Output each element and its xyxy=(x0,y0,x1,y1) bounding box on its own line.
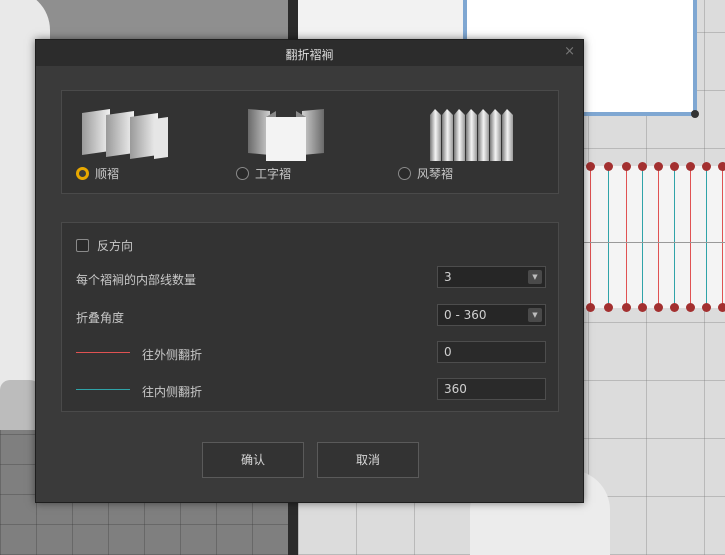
pleat-point-icon xyxy=(670,303,679,312)
inner-lines-value: 3 xyxy=(444,270,452,284)
pleat-point-icon xyxy=(638,162,647,171)
knife-pleat-icon xyxy=(80,107,220,163)
cancel-button[interactable]: 取消 xyxy=(317,442,419,478)
pleat-point-icon xyxy=(586,162,595,171)
inner-lines-label: 每个褶裥的内部线数量 xyxy=(76,273,197,287)
pleat-type-knife[interactable] xyxy=(80,107,220,163)
pattern-point-icon xyxy=(691,110,699,118)
pleat-point-icon xyxy=(654,303,663,312)
pleat-fold-line xyxy=(642,166,643,308)
pleat-point-icon xyxy=(604,162,613,171)
pleat-fold-line xyxy=(608,166,609,308)
accordion-fold-strip xyxy=(442,109,453,161)
pleat-fold-line xyxy=(706,166,707,308)
box-pleat-icon xyxy=(248,107,388,163)
outer-fold-color-line xyxy=(76,352,130,353)
pleat-fold-dialog: 翻折褶裥 × 顺褶 工字褶 风琴褶 反方向 每个褶裥的内部线数量 3 ▼ 折叠角… xyxy=(35,39,584,503)
pleat-point-icon xyxy=(670,162,679,171)
pleat-point-icon xyxy=(718,162,725,171)
pleat-fold-line xyxy=(722,166,723,308)
inner-fold-input[interactable]: 360 xyxy=(437,378,546,400)
pleat-type-group: 顺褶 工字褶 风琴褶 xyxy=(61,90,559,194)
radio-accordion-pleat-indicator[interactable] xyxy=(398,167,411,180)
pleat-point-icon xyxy=(718,303,725,312)
radio-accordion-pleat[interactable]: 风琴褶 xyxy=(398,165,453,182)
pleat-point-icon xyxy=(586,303,595,312)
pleat-fold-line xyxy=(658,166,659,308)
reverse-direction-checkbox[interactable]: 反方向 xyxy=(76,237,133,254)
pleat-point-icon xyxy=(604,303,613,312)
inner-fold-label: 往内侧翻折 xyxy=(142,385,203,399)
chevron-down-icon[interactable]: ▼ xyxy=(528,270,542,284)
close-icon[interactable]: × xyxy=(564,44,575,59)
pleat-type-box[interactable] xyxy=(248,107,388,163)
confirm-button[interactable]: 确认 xyxy=(202,442,304,478)
accordion-fold-strip xyxy=(502,109,513,161)
radio-box-pleat[interactable]: 工字褶 xyxy=(236,165,291,182)
radio-knife-pleat[interactable]: 顺褶 xyxy=(76,165,119,182)
pattern-piece-left xyxy=(298,0,463,40)
dialog-title: 翻折褶裥 xyxy=(285,48,334,62)
reverse-direction-box[interactable] xyxy=(76,239,89,252)
accordion-fold-strip xyxy=(466,109,477,161)
accordion-fold-strip xyxy=(454,109,465,161)
pleat-options-group: 反方向 每个褶裥的内部线数量 3 ▼ 折叠角度 0 - 360 ▼ 往外侧翻折 … xyxy=(61,222,559,412)
pleat-point-icon xyxy=(702,303,711,312)
radio-knife-pleat-label: 顺褶 xyxy=(95,167,120,181)
pleat-point-icon xyxy=(686,162,695,171)
pleat-point-icon xyxy=(622,303,631,312)
reverse-direction-label: 反方向 xyxy=(97,239,134,253)
accordion-fold-strip xyxy=(430,109,441,161)
dialog-titlebar[interactable]: 翻折褶裥 × xyxy=(36,40,583,66)
pleat-fold-line xyxy=(690,166,691,308)
outer-fold-label: 往外侧翻折 xyxy=(142,348,203,362)
pleat-fold-line xyxy=(674,166,675,308)
radio-box-pleat-indicator[interactable] xyxy=(236,167,249,180)
pleat-point-icon xyxy=(702,162,711,171)
outer-fold-input[interactable]: 0 xyxy=(437,341,546,363)
accordion-fold-strip xyxy=(478,109,489,161)
inner-lines-select[interactable]: 3 ▼ xyxy=(437,266,546,288)
radio-box-pleat-label: 工字褶 xyxy=(255,167,292,181)
fold-angle-label: 折叠角度 xyxy=(76,311,125,325)
pleat-fold-line xyxy=(626,166,627,308)
radio-knife-pleat-indicator[interactable] xyxy=(76,167,89,180)
pleat-type-accordion[interactable] xyxy=(426,107,566,163)
pleat-point-icon xyxy=(638,303,647,312)
fold-angle-select[interactable]: 0 - 360 ▼ xyxy=(437,304,546,326)
inner-fold-color-line xyxy=(76,389,130,390)
accordion-fold-strip xyxy=(490,109,501,161)
fold-angle-value: 0 - 360 xyxy=(444,308,487,322)
pleat-point-icon xyxy=(686,303,695,312)
pleat-point-icon xyxy=(654,162,663,171)
pleat-center-line xyxy=(584,242,725,243)
chevron-down-icon[interactable]: ▼ xyxy=(528,308,542,322)
pleat-preview xyxy=(584,162,725,312)
accordion-pleat-icon xyxy=(426,107,566,163)
pleat-fold-line xyxy=(590,166,591,308)
radio-accordion-pleat-label: 风琴褶 xyxy=(417,167,454,181)
pleat-point-icon xyxy=(622,162,631,171)
